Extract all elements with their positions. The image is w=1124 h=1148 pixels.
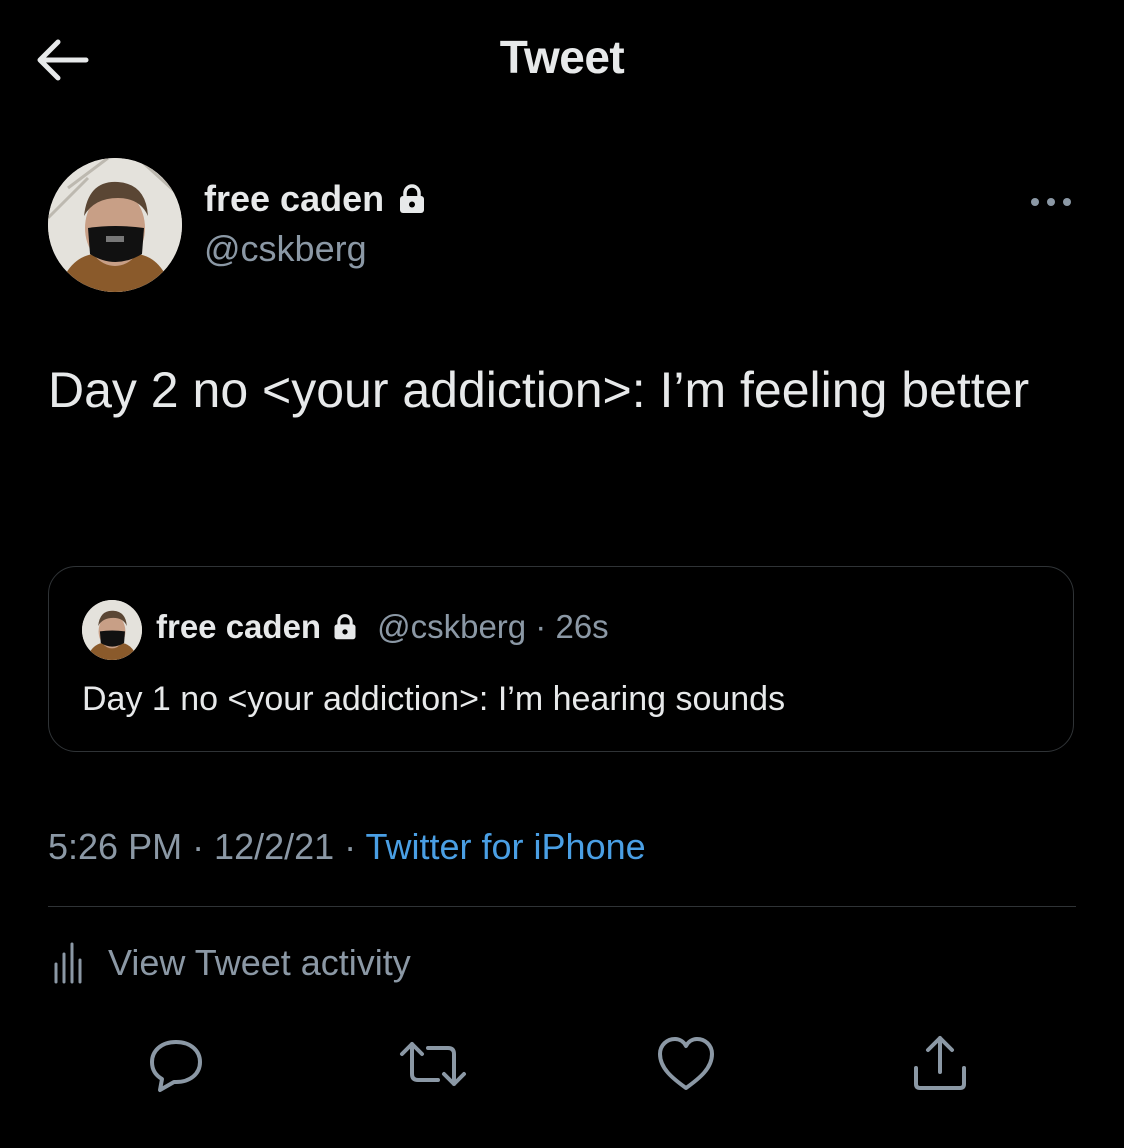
- lock-icon: [400, 184, 425, 213]
- lock-icon: [334, 614, 356, 640]
- share-icon: [914, 1036, 966, 1090]
- quote-meta: @cskberg · 26s: [377, 608, 609, 645]
- author-name-text: free caden: [204, 178, 385, 219]
- more-horizontal-icon: [1031, 198, 1071, 206]
- retweet-button[interactable]: [398, 1034, 466, 1094]
- quote-text: Day 1 no <your addiction>: I’m hearing s…: [82, 680, 786, 718]
- author-handle[interactable]: @cskberg: [204, 228, 367, 270]
- reply-icon: [150, 1040, 202, 1092]
- author-name[interactable]: free caden: [204, 178, 428, 220]
- view-tweet-activity-button[interactable]: View Tweet activity: [52, 940, 411, 986]
- quoted-tweet-card[interactable]: [48, 566, 1074, 752]
- divider: [48, 906, 1076, 907]
- activity-label: View Tweet activity: [108, 942, 411, 983]
- avatar[interactable]: [48, 158, 182, 292]
- page-title: Tweet: [499, 31, 625, 83]
- quote-avatar: [82, 600, 142, 660]
- quote-author-name: free caden: [156, 608, 322, 645]
- source-link[interactable]: Twitter for iPhone: [366, 826, 646, 867]
- share-button[interactable]: [910, 1034, 970, 1094]
- quote-header: free caden @cskberg · 26s: [156, 608, 609, 646]
- reply-button[interactable]: [146, 1034, 206, 1094]
- heart-icon: [658, 1037, 714, 1090]
- retweet-icon: [400, 1042, 466, 1086]
- more-button[interactable]: [1028, 190, 1074, 214]
- timestamp-row: 5:26 PM · 12/2/21 · Twitter for iPhone: [48, 826, 646, 868]
- tweet-text: Day 2 no <your addiction>: I’m feeling b…: [48, 362, 1030, 418]
- analytics-icon: [54, 942, 82, 984]
- like-button[interactable]: [656, 1034, 716, 1094]
- timestamp: 5:26 PM · 12/2/21 ·: [48, 826, 366, 867]
